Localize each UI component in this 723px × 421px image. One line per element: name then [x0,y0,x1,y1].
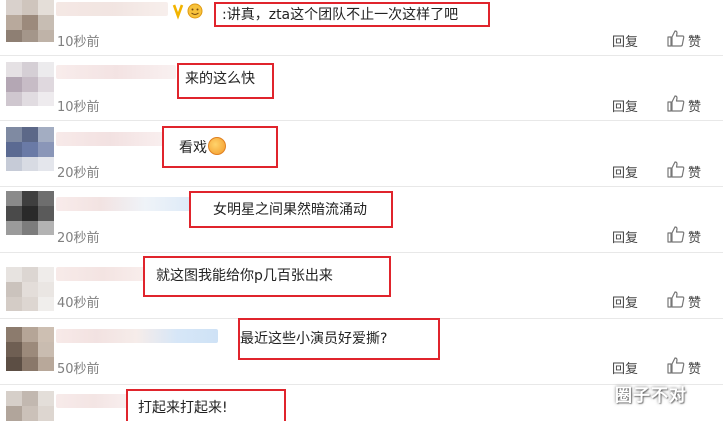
username-blurred[interactable] [56,132,164,146]
comment-time: 20秒前 [57,231,100,246]
reply-button[interactable]: 回复 [612,292,638,311]
reply-button[interactable]: 回复 [612,31,638,50]
like-button[interactable]: 赞 [688,96,701,115]
username-blurred[interactable] [56,394,132,408]
comment-item: 女明星之间果然暗流涌动 20秒前 回复 赞 [0,187,723,247]
comment-text-highlighted: 看戏 [162,126,278,168]
comment-time: 20秒前 [57,166,100,181]
avatar[interactable] [6,62,54,106]
thumbs-up-icon[interactable] [667,291,685,308]
avatar[interactable] [6,127,54,171]
thumbs-up-icon[interactable] [667,161,685,178]
comment-item: 就这图我能给你p几百张出来 40秒前 回复 赞 [0,253,723,313]
username-blurred[interactable] [56,2,168,16]
comment-item: 看戏 20秒前 回复 赞 [0,121,723,181]
username-blurred[interactable] [56,267,150,281]
comment-text-highlighted: 来的这么快 [177,63,274,99]
like-button[interactable]: 赞 [688,358,701,377]
comment-item: :讲真，zta这个团队不止一次这样了吧 10秒前 回复 赞 [0,0,723,55]
thumbs-up-icon[interactable] [667,226,685,243]
username-blurred[interactable] [56,329,218,343]
avatar[interactable] [6,391,54,421]
drool-emoji-icon [208,137,226,155]
vip-badge-icon [172,3,203,20]
comment-item: 最近这些小演员好爱撕? 50秒前 回复 赞 [0,318,723,379]
comment-text-highlighted: :讲真，zta这个团队不止一次这样了吧 [214,2,490,27]
comment-time: 10秒前 [57,35,100,50]
comment-text-highlighted: 打起来打起来! [126,389,286,421]
comment-time: 40秒前 [57,296,100,311]
comment-text-highlighted: 最近这些小演员好爱撕? [238,318,440,360]
thumbs-up-icon[interactable] [667,30,685,47]
avatar[interactable] [6,191,54,235]
avatar[interactable] [6,267,54,311]
comment-text-highlighted: 女明星之间果然暗流涌动 [189,191,393,228]
comment-time: 10秒前 [57,100,100,115]
like-button[interactable]: 赞 [688,162,701,181]
reply-button[interactable]: 回复 [612,227,638,246]
username-blurred[interactable] [56,197,190,211]
like-button[interactable]: 赞 [688,227,701,246]
like-button[interactable]: 赞 [688,292,701,311]
reply-button[interactable]: 回复 [612,96,638,115]
comment-item: 来的这么快 10秒前 回复 赞 [0,56,723,116]
thumbs-up-icon[interactable] [667,95,685,112]
reply-button[interactable]: 回复 [612,358,638,377]
comment-time: 50秒前 [57,362,100,377]
watermark: 圈子不对 [615,386,687,406]
like-button[interactable]: 赞 [688,31,701,50]
username-blurred[interactable] [56,65,176,79]
avatar[interactable] [6,327,54,371]
avatar[interactable] [6,0,54,42]
reply-button[interactable]: 回复 [612,162,638,181]
comment-text-highlighted: 就这图我能给你p几百张出来 [143,256,391,297]
thumbs-up-icon[interactable] [667,357,685,374]
